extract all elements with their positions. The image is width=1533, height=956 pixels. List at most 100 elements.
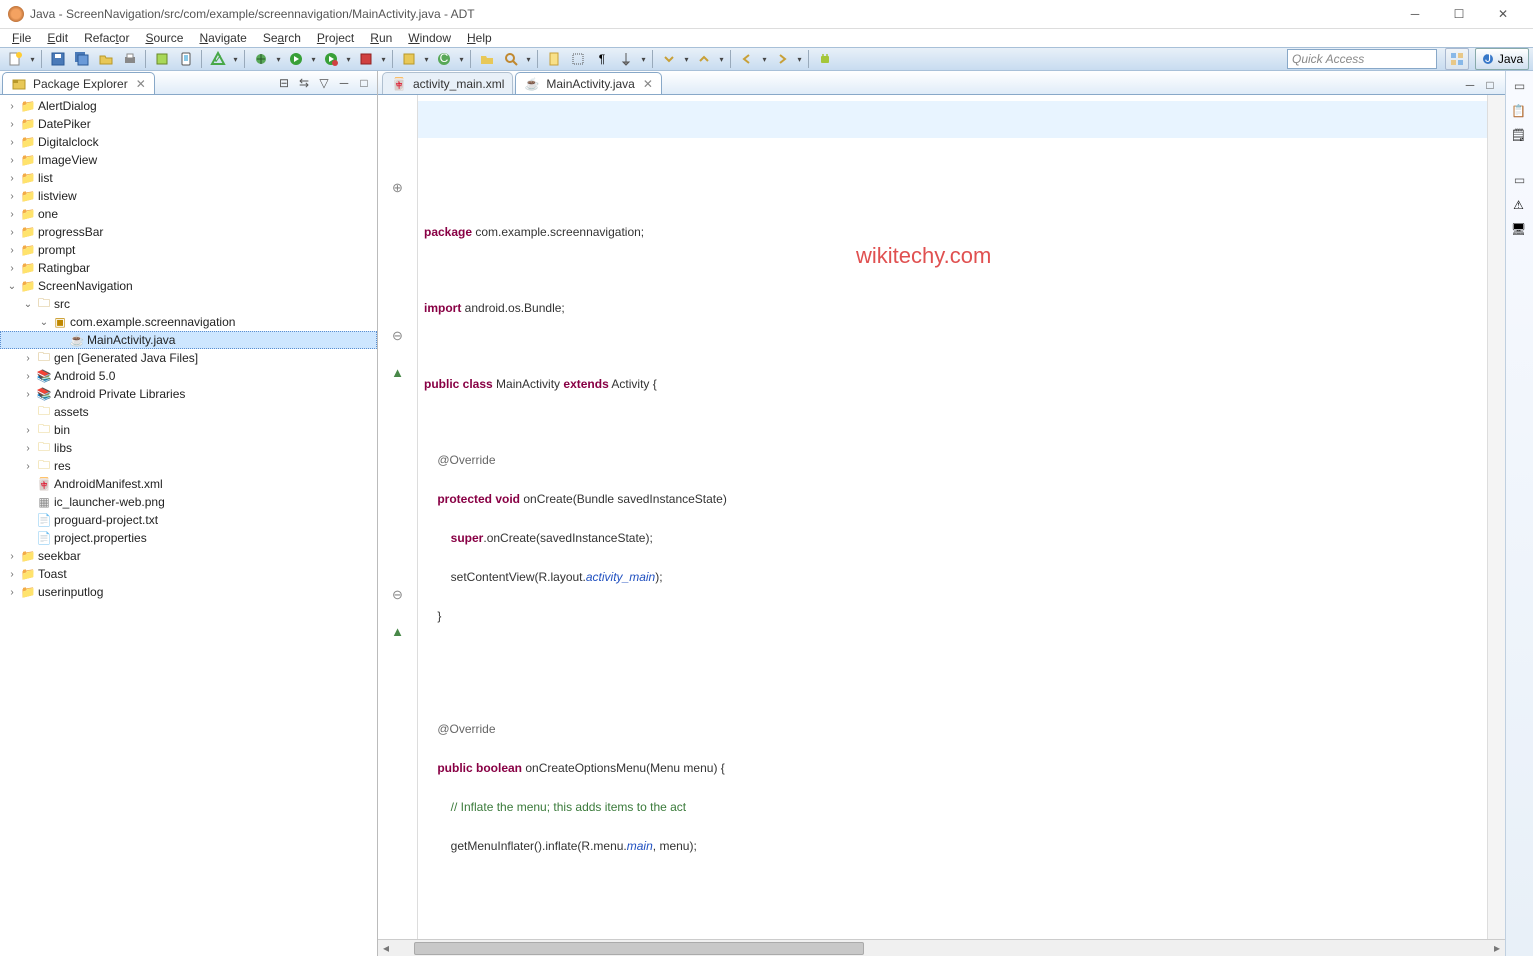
overview-ruler[interactable] xyxy=(1487,95,1505,939)
tree-project-screennavigation[interactable]: ⌄📁ScreenNavigation xyxy=(0,277,377,295)
run-dropdown[interactable]: ▾ xyxy=(309,55,318,64)
tree-project[interactable]: ›📁Digitalclock xyxy=(0,133,377,151)
close-button[interactable]: ✕ xyxy=(1481,0,1525,28)
tree-android-priv-lib[interactable]: ›📚Android Private Libraries xyxy=(0,385,377,403)
run-last-dropdown[interactable]: ▾ xyxy=(344,55,353,64)
tree-android-lib[interactable]: ›📚Android 5.0 xyxy=(0,367,377,385)
menu-help[interactable]: Help xyxy=(459,29,500,47)
tree-project[interactable]: ›📁prompt xyxy=(0,241,377,259)
tree-project[interactable]: ›📁listview xyxy=(0,187,377,205)
tree-file[interactable]: 🀄AndroidManifest.xml xyxy=(0,475,377,493)
outline-icon[interactable]: 🗒 xyxy=(1511,127,1527,143)
search-button[interactable] xyxy=(500,48,522,70)
open-button[interactable] xyxy=(95,48,117,70)
project-tree[interactable]: ›📁AlertDialog ›📁DatePiker ›📁Digitalclock… xyxy=(0,95,377,956)
tree-project[interactable]: ›📁Ratingbar xyxy=(0,259,377,277)
tree-folder[interactable]: 🗀assets xyxy=(0,403,377,421)
tree-project[interactable]: ›📁Toast xyxy=(0,565,377,583)
print-button[interactable] xyxy=(119,48,141,70)
forward-dropdown[interactable]: ▾ xyxy=(795,55,804,64)
ext-dropdown[interactable]: ▾ xyxy=(379,55,388,64)
external-tools-button[interactable] xyxy=(355,48,377,70)
menu-refactor[interactable]: Refactor xyxy=(76,29,137,47)
problems-icon[interactable]: ⚠ xyxy=(1511,197,1527,213)
run-button[interactable] xyxy=(285,48,307,70)
maximize-view-button[interactable]: □ xyxy=(355,74,373,92)
prev-ann-dropdown[interactable]: ▾ xyxy=(717,55,726,64)
tree-project[interactable]: ›📁DatePiker xyxy=(0,115,377,133)
save-all-button[interactable] xyxy=(71,48,93,70)
search-dropdown[interactable]: ▾ xyxy=(524,55,533,64)
minimize-editor-button[interactable]: ─ xyxy=(1461,76,1479,94)
minimize-button[interactable]: ─ xyxy=(1393,0,1437,28)
minimize-view-button[interactable]: ─ xyxy=(335,74,353,92)
maximize-editor-button[interactable]: □ xyxy=(1481,76,1499,94)
open-type-button[interactable] xyxy=(476,48,498,70)
horizontal-scrollbar[interactable]: ◂ ▸ xyxy=(378,939,1505,956)
menu-run[interactable]: Run xyxy=(362,29,400,47)
menu-file[interactable]: File xyxy=(4,29,39,47)
prev-annotation-button[interactable] xyxy=(693,48,715,70)
editor-body[interactable]: ⊕ ⊖ ▲ ⊖ ▲ wikitechy.com package com.exam… xyxy=(378,95,1505,939)
menu-project[interactable]: Project xyxy=(309,29,362,47)
debug-dropdown[interactable]: ▾ xyxy=(274,55,283,64)
code-text-area[interactable]: wikitechy.com package com.example.screen… xyxy=(418,95,1487,939)
restore-view-button[interactable]: ▭ xyxy=(1511,77,1529,95)
open-perspective-button[interactable] xyxy=(1445,48,1469,70)
task-list-icon[interactable]: 📋 xyxy=(1511,103,1527,119)
pin-dropdown[interactable]: ▾ xyxy=(639,55,648,64)
debug-button[interactable] xyxy=(250,48,272,70)
run-last-button[interactable] xyxy=(320,48,342,70)
toggle-mark-button[interactable] xyxy=(543,48,565,70)
view-menu-button[interactable]: ▽ xyxy=(315,74,333,92)
editor-tab-xml[interactable]: 🀄 activity_main.xml xyxy=(382,72,513,94)
new-package-button[interactable] xyxy=(398,48,420,70)
editor-gutter[interactable]: ⊕ ⊖ ▲ ⊖ ▲ xyxy=(378,95,418,939)
avd-manager-button[interactable] xyxy=(175,48,197,70)
menu-source[interactable]: Source xyxy=(137,29,191,47)
tree-java-file[interactable]: ☕MainActivity.java xyxy=(0,331,377,349)
new-class-button[interactable]: C xyxy=(433,48,455,70)
lint-dropdown[interactable]: ▾ xyxy=(231,55,240,64)
collapse-all-button[interactable]: ⊟ xyxy=(275,74,293,92)
link-editor-button[interactable]: ⇆ xyxy=(295,74,313,92)
sdk-manager-button[interactable] xyxy=(151,48,173,70)
menu-window[interactable]: Window xyxy=(400,29,459,47)
tree-folder[interactable]: ›🗀bin xyxy=(0,421,377,439)
new-dropdown[interactable]: ▾ xyxy=(28,55,37,64)
tree-project[interactable]: ›📁ImageView xyxy=(0,151,377,169)
console-icon[interactable]: 🖥 xyxy=(1511,221,1527,237)
next-ann-dropdown[interactable]: ▾ xyxy=(682,55,691,64)
tree-project[interactable]: ›📁progressBar xyxy=(0,223,377,241)
tree-project[interactable]: ›📁seekbar xyxy=(0,547,377,565)
tree-project[interactable]: ›📁userinputlog xyxy=(0,583,377,601)
tree-gen-folder[interactable]: ›🗀gen [Generated Java Files] xyxy=(0,349,377,367)
tree-package[interactable]: ⌄▣com.example.screennavigation xyxy=(0,313,377,331)
save-button[interactable] xyxy=(47,48,69,70)
back-button[interactable] xyxy=(736,48,758,70)
new-button[interactable] xyxy=(4,48,26,70)
maximize-button[interactable]: ☐ xyxy=(1437,0,1481,28)
scrollbar-thumb[interactable] xyxy=(414,942,864,955)
forward-button[interactable] xyxy=(771,48,793,70)
new-pkg-dropdown[interactable]: ▾ xyxy=(422,55,431,64)
tree-file[interactable]: ▦ic_launcher-web.png xyxy=(0,493,377,511)
package-explorer-tab[interactable]: Package Explorer ✕ xyxy=(2,72,155,94)
show-whitespace-button[interactable]: ¶ xyxy=(591,48,613,70)
toggle-block-button[interactable] xyxy=(567,48,589,70)
menu-search[interactable]: Search xyxy=(255,29,309,47)
tree-file[interactable]: 📄project.properties xyxy=(0,529,377,547)
tree-project[interactable]: ›📁one xyxy=(0,205,377,223)
next-annotation-button[interactable] xyxy=(658,48,680,70)
tree-folder[interactable]: ›🗀res xyxy=(0,457,377,475)
android-button[interactable] xyxy=(814,48,836,70)
tree-project[interactable]: ›📁list xyxy=(0,169,377,187)
java-perspective-button[interactable]: JJava xyxy=(1475,48,1529,70)
close-view-icon[interactable]: ✕ xyxy=(136,77,146,91)
close-tab-icon[interactable]: ✕ xyxy=(643,77,653,91)
tree-folder[interactable]: ›🗀libs xyxy=(0,439,377,457)
new-class-dropdown[interactable]: ▾ xyxy=(457,55,466,64)
restore-view-button-2[interactable]: ▭ xyxy=(1511,171,1529,189)
tree-project[interactable]: ›📁AlertDialog xyxy=(0,97,377,115)
quick-access-input[interactable]: Quick Access xyxy=(1287,49,1437,69)
